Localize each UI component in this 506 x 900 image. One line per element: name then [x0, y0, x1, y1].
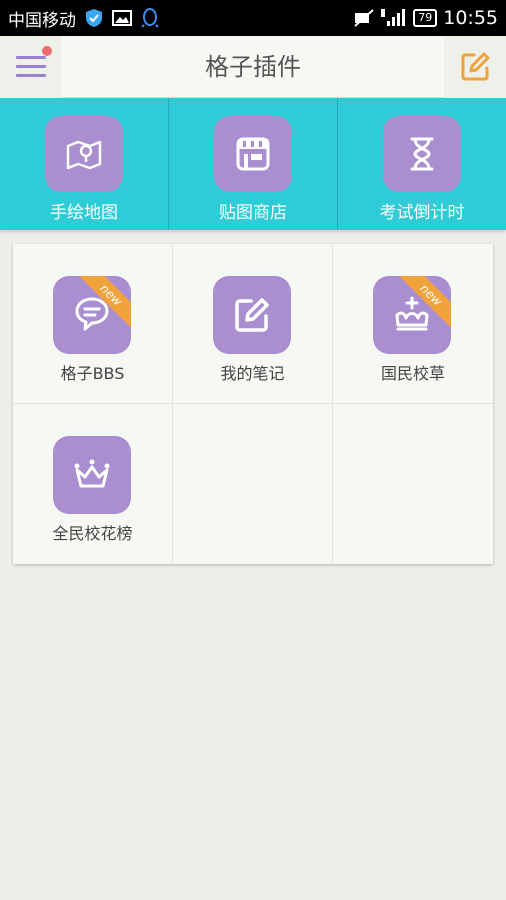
store-icon	[214, 116, 292, 192]
image-icon	[112, 9, 132, 27]
plugin-label: 我的笔记	[220, 364, 285, 383]
edit-icon	[460, 52, 490, 82]
hamburger-menu-icon	[16, 54, 46, 80]
mute-icon	[353, 9, 375, 27]
tool-label: 手绘地图	[50, 203, 118, 223]
compose-button[interactable]	[444, 36, 506, 98]
app-header: 格子插件	[0, 36, 506, 98]
tool-label: 考试倒计时	[379, 203, 465, 223]
qq-penguin-icon	[140, 7, 160, 29]
plugin-grid-school-prince[interactable]: new 国民校草	[333, 244, 493, 404]
plugin-grid-bbs[interactable]: new 格子BBS	[13, 244, 173, 404]
carrier-label: 中国移动	[8, 10, 76, 31]
tool-hand-drawn-map[interactable]: 手绘地图	[0, 98, 169, 230]
plugin-grid-notes[interactable]: 我的笔记	[173, 244, 333, 404]
tool-exam-countdown[interactable]: 考试倒计时	[338, 98, 506, 230]
map-icon	[45, 116, 123, 192]
shield-icon	[84, 8, 104, 28]
note-edit-icon	[213, 276, 291, 354]
status-bar: 中国移动 79 10:55	[0, 0, 506, 36]
empty-cell	[333, 404, 493, 564]
notification-dot	[42, 46, 52, 56]
signal-icon	[381, 9, 407, 27]
hourglass-icon	[383, 116, 461, 192]
battery-icon: 79	[413, 9, 438, 27]
tool-strip: 手绘地图 贴图商店 考试倒计时	[0, 98, 506, 230]
plugin-label: 国民校草	[380, 364, 445, 383]
plugin-label: 全民校花榜	[52, 524, 133, 543]
empty-cell	[173, 404, 333, 564]
plugin-grid-school-beauty-ranking[interactable]: 全民校花榜	[13, 404, 173, 564]
tool-sticker-store[interactable]: 贴图商店	[169, 98, 338, 230]
plugin-label: 格子BBS	[60, 364, 125, 383]
clock: 10:55	[443, 7, 498, 29]
menu-button[interactable]	[0, 36, 62, 98]
chat-bubbles-icon: new	[53, 276, 131, 354]
crown-icon	[53, 436, 131, 514]
page-title: 格子插件	[205, 53, 301, 81]
royal-crown-icon: new	[373, 276, 451, 354]
tool-label: 贴图商店	[219, 203, 287, 223]
plugin-grid: new 格子BBS 我的笔记 new 国民校草 全民校花榜	[13, 244, 493, 564]
